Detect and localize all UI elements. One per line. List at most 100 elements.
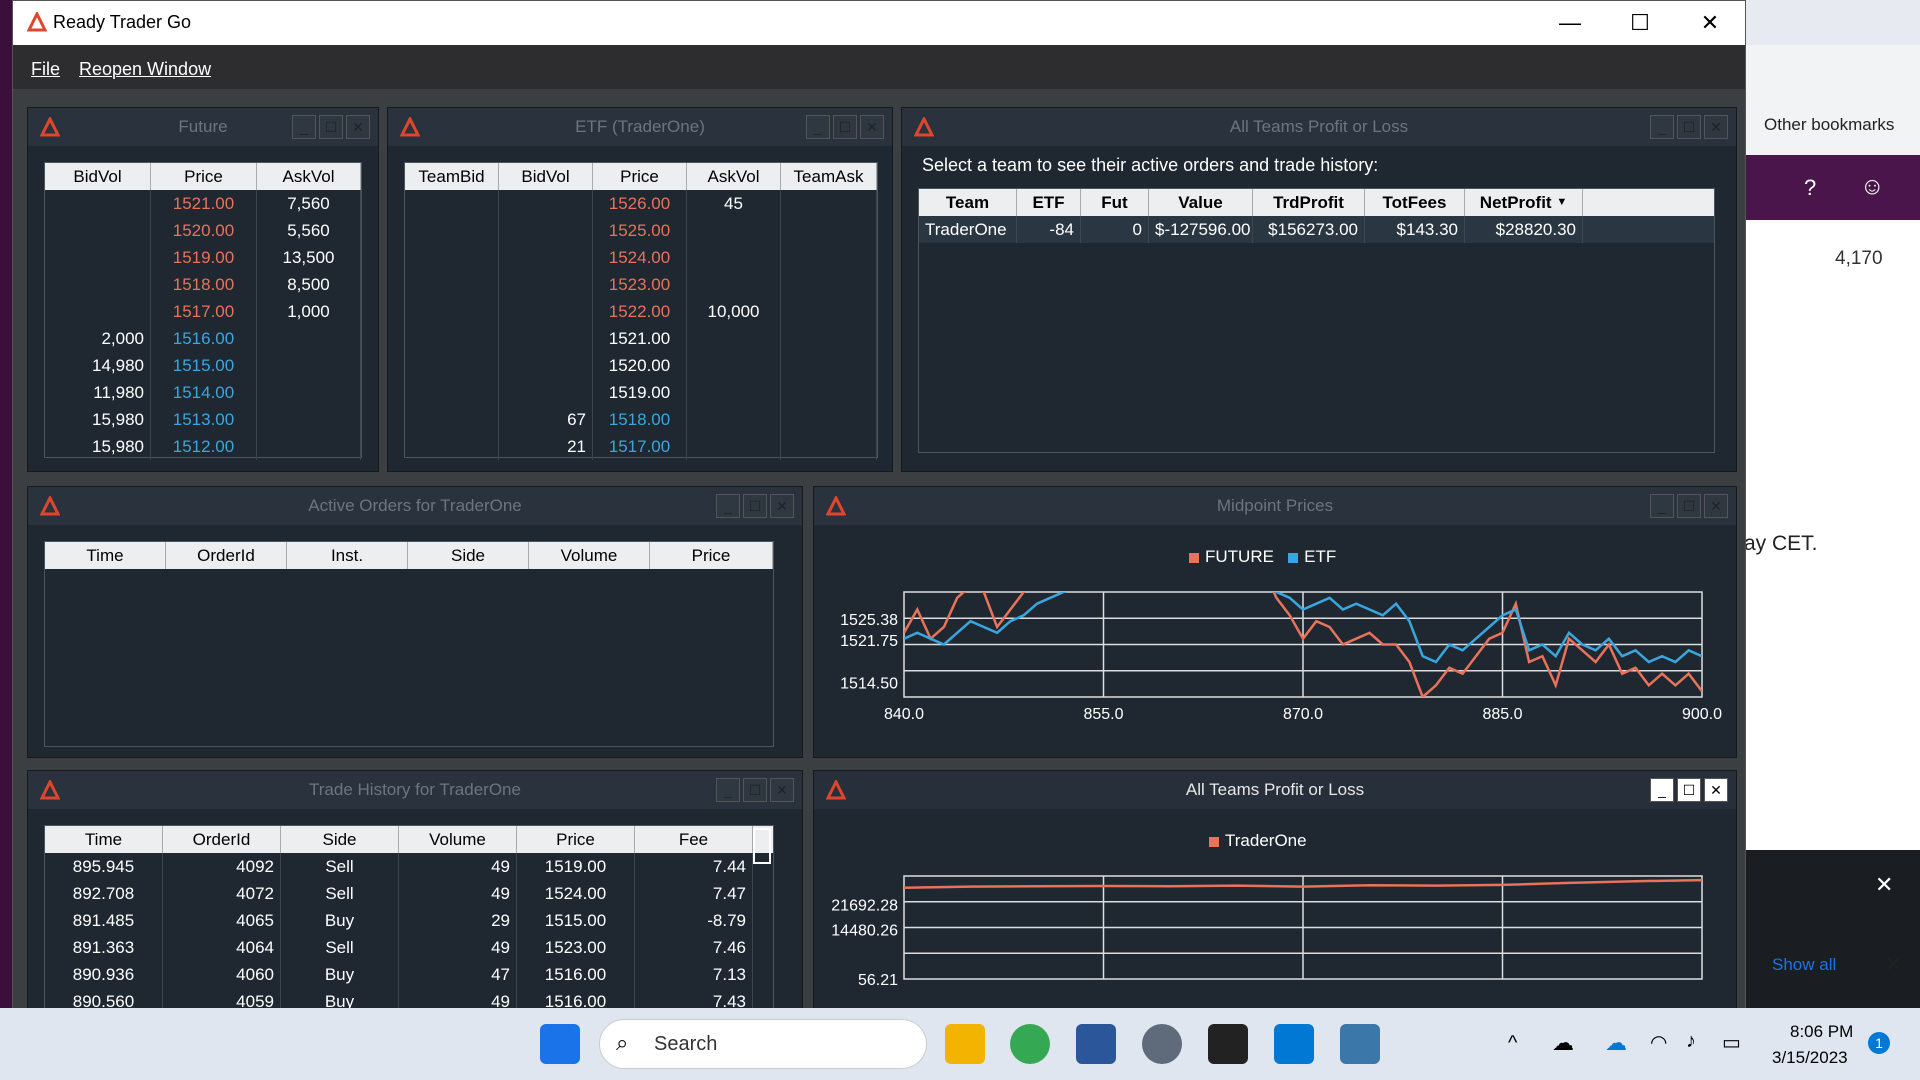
table-row[interactable]: 891.363 4064 Sell 49 1523.00 7.46 xyxy=(45,934,773,961)
active-orders-table[interactable]: Time OrderId Inst. Side Volume Price xyxy=(44,541,774,747)
python-icon[interactable] xyxy=(1340,1024,1380,1064)
onedrive-icon[interactable]: ☁ xyxy=(1552,1030,1574,1056)
table-row[interactable]: 890.560 4059 Buy 49 1516.00 7.43 xyxy=(45,988,773,1009)
banner-close-icon[interactable]: ✕ xyxy=(1875,872,1893,898)
scrollbar[interactable] xyxy=(753,828,771,864)
trade-history-table[interactable]: Time OrderId Side Volume Price Fee 895.9… xyxy=(44,825,774,1010)
minimize-icon[interactable]: _ xyxy=(806,115,830,139)
etf-order-book[interactable]: TeamBid BidVol Price AskVol TeamAsk 1526… xyxy=(404,162,878,460)
col-bidvol[interactable]: BidVol xyxy=(45,163,151,190)
table-row[interactable]: 15,980 1512.00 xyxy=(45,433,361,460)
table-row[interactable]: 892.708 4072 Sell 49 1524.00 7.47 xyxy=(45,880,773,907)
col-askvol[interactable]: AskVol xyxy=(687,163,781,190)
col-teamask[interactable]: TeamAsk xyxy=(781,163,877,190)
download-close-icon[interactable]: ✕ xyxy=(1885,952,1902,977)
pnl-line-chart[interactable]: 56.21 14480.26 21692.28 xyxy=(814,871,1736,1009)
col-orderid[interactable]: OrderId xyxy=(166,542,287,569)
menu-reopen-window[interactable]: Reopen Window xyxy=(79,59,211,80)
table-row[interactable]: 1521.00 7,560 xyxy=(45,190,361,217)
midpoint-chart[interactable]: 1514.50 1521.75 1525.38 840.0 855.0 870.0 885.… xyxy=(814,587,1736,727)
other-bookmarks[interactable]: Other bookmarks xyxy=(1764,115,1894,135)
show-all-button[interactable]: Show all xyxy=(1772,955,1836,975)
table-row[interactable]: 1517.00 1,000 xyxy=(45,298,361,325)
table-row[interactable]: 15,980 1513.00 xyxy=(45,406,361,433)
table-row[interactable]: 21 1517.00 xyxy=(405,433,877,460)
col-price[interactable]: Price xyxy=(650,542,773,569)
col-price[interactable]: Price xyxy=(517,826,635,853)
table-row[interactable]: TraderOne -84 0 $-127596.00 $156273.00 $… xyxy=(919,216,1714,243)
table-row[interactable]: 1523.00 xyxy=(405,271,877,298)
close-icon[interactable]: ✕ xyxy=(1704,494,1728,518)
onedrive-sync-icon[interactable]: ☁ xyxy=(1605,1030,1627,1056)
future-order-book[interactable]: BidVol Price AskVol 1521.00 7,560 1520.00 5… xyxy=(44,162,362,460)
close-icon[interactable]: ✕ xyxy=(770,778,794,802)
member-count[interactable]: 4,170 xyxy=(1835,248,1883,270)
table-row[interactable]: 11,980 1514.00 xyxy=(45,379,361,406)
table-row[interactable]: 14,980 1515.00 xyxy=(45,352,361,379)
table-row[interactable]: 1519.00 13,500 xyxy=(45,244,361,271)
col-time[interactable]: Time xyxy=(45,826,163,853)
col-etf[interactable]: ETF xyxy=(1017,189,1081,216)
table-row[interactable]: 1520.00 xyxy=(405,352,877,379)
pnl-team-table[interactable]: Team ETF Fut Value TrdProfit TotFees Net… xyxy=(918,188,1715,453)
maximize-icon[interactable]: ☐ xyxy=(1677,778,1701,802)
col-team[interactable]: Team xyxy=(919,189,1017,216)
minimize-icon[interactable]: _ xyxy=(1650,778,1674,802)
windows-start-icon[interactable] xyxy=(540,1024,580,1064)
table-row[interactable]: 67 1518.00 xyxy=(405,406,877,433)
col-askvol[interactable]: AskVol xyxy=(257,163,361,190)
minimize-icon[interactable]: _ xyxy=(1650,494,1674,518)
minimize-button[interactable]: — xyxy=(1535,1,1605,45)
clock-date[interactable]: 3/15/2023 xyxy=(1772,1048,1848,1068)
terminal-icon[interactable] xyxy=(1208,1024,1248,1064)
table-row[interactable]: 1520.00 5,560 xyxy=(45,217,361,244)
col-orderid[interactable]: OrderId xyxy=(163,826,281,853)
table-row[interactable]: 1518.00 8,500 xyxy=(45,271,361,298)
col-time[interactable]: Time xyxy=(45,542,166,569)
col-fut[interactable]: Fut xyxy=(1081,189,1149,216)
close-icon[interactable]: ✕ xyxy=(860,115,884,139)
table-row[interactable]: 1521.00 xyxy=(405,325,877,352)
close-button[interactable]: ✕ xyxy=(1675,1,1745,45)
maximize-icon[interactable]: ☐ xyxy=(833,115,857,139)
word-icon[interactable] xyxy=(1076,1024,1116,1064)
chrome-icon[interactable] xyxy=(1010,1024,1050,1064)
minimize-icon[interactable]: _ xyxy=(716,778,740,802)
col-price[interactable]: Price xyxy=(593,163,687,190)
col-volume[interactable]: Volume xyxy=(399,826,517,853)
volume-icon[interactable]: ♪ xyxy=(1686,1030,1696,1053)
table-row[interactable]: 895.945 4092 Sell 49 1519.00 7.44 xyxy=(45,853,773,880)
col-bidvol[interactable]: BidVol xyxy=(499,163,593,190)
maximize-icon[interactable]: ☐ xyxy=(1677,115,1701,139)
vscode-icon[interactable] xyxy=(1274,1024,1314,1064)
minimize-icon[interactable]: _ xyxy=(292,115,316,139)
col-teambid[interactable]: TeamBid xyxy=(405,163,499,190)
close-icon[interactable]: ✕ xyxy=(1704,115,1728,139)
taskbar-search[interactable]: ⌕ Search xyxy=(599,1019,927,1069)
wifi-icon[interactable]: ◠ xyxy=(1650,1030,1667,1055)
table-row[interactable]: 1524.00 xyxy=(405,244,877,271)
settings-icon[interactable] xyxy=(1142,1024,1182,1064)
table-row[interactable]: 891.485 4065 Buy 29 1515.00 -8.79 xyxy=(45,907,773,934)
table-row[interactable]: 1519.00 xyxy=(405,379,877,406)
minimize-icon[interactable]: _ xyxy=(1650,115,1674,139)
col-volume[interactable]: Volume xyxy=(529,542,650,569)
notification-badge[interactable]: 1 xyxy=(1868,1032,1890,1054)
user-icon[interactable]: ☺ xyxy=(1860,173,1885,201)
close-icon[interactable]: ✕ xyxy=(346,115,370,139)
col-value[interactable]: Value xyxy=(1149,189,1253,216)
table-row[interactable]: 1526.00 45 xyxy=(405,190,877,217)
table-row[interactable]: 2,000 1516.00 xyxy=(45,325,361,352)
file-explorer-icon[interactable] xyxy=(945,1024,985,1064)
help-icon[interactable]: ? xyxy=(1804,175,1816,201)
col-price[interactable]: Price xyxy=(151,163,257,190)
maximize-button[interactable]: ☐ xyxy=(1605,1,1675,45)
col-side[interactable]: Side xyxy=(281,826,399,853)
minimize-icon[interactable]: _ xyxy=(716,494,740,518)
table-row[interactable]: 1522.00 10,000 xyxy=(405,298,877,325)
clock-time[interactable]: 8:06 PM xyxy=(1790,1022,1853,1042)
close-icon[interactable]: ✕ xyxy=(770,494,794,518)
col-fee[interactable]: Fee xyxy=(635,826,753,853)
close-icon[interactable]: ✕ xyxy=(1704,778,1728,802)
table-row[interactable]: 890.936 4060 Buy 47 1516.00 7.13 xyxy=(45,961,773,988)
